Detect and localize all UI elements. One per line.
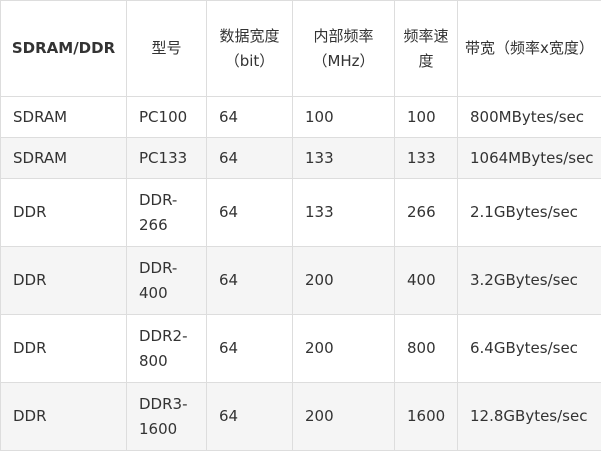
cell-data-width: 64 [207, 247, 293, 315]
cell-model: PC100 [127, 97, 207, 138]
table-row: SDRAM PC100 64 100 100 800MBytes/sec [1, 97, 601, 138]
header-type: SDRAM/DDR [1, 1, 127, 97]
header-model: 型号 [127, 1, 207, 97]
header-bandwidth: 带宽（频率x宽度） [458, 1, 601, 97]
cell-model: DDR2-800 [127, 315, 207, 383]
table-row: DDR DDR-266 64 133 266 2.1GBytes/sec [1, 179, 601, 247]
cell-data-width: 64 [207, 138, 293, 179]
cell-bandwidth: 1064MBytes/sec [458, 138, 601, 179]
cell-data-width: 64 [207, 179, 293, 247]
table-row: DDR DDR3-1600 64 200 1600 12.8GBytes/sec [1, 383, 601, 451]
cell-frequency-speed: 100 [395, 97, 458, 138]
cell-internal-frequency: 200 [293, 383, 395, 451]
table-row: SDRAM PC133 64 133 133 1064MBytes/sec [1, 138, 601, 179]
header-frequency-speed: 频率速度 [395, 1, 458, 97]
table-row: DDR DDR2-800 64 200 800 6.4GBytes/sec [1, 315, 601, 383]
cell-type: DDR [1, 383, 127, 451]
cell-internal-frequency: 100 [293, 97, 395, 138]
cell-type: DDR [1, 315, 127, 383]
cell-frequency-speed: 266 [395, 179, 458, 247]
cell-frequency-speed: 1600 [395, 383, 458, 451]
table-header-row: SDRAM/DDR 型号 数据宽度（bit） 内部频率（MHz） 频率速度 带宽… [1, 1, 601, 97]
cell-bandwidth: 2.1GBytes/sec [458, 179, 601, 247]
memory-spec-table: SDRAM/DDR 型号 数据宽度（bit） 内部频率（MHz） 频率速度 带宽… [0, 0, 601, 451]
cell-internal-frequency: 133 [293, 179, 395, 247]
cell-model: DDR-400 [127, 247, 207, 315]
cell-bandwidth: 800MBytes/sec [458, 97, 601, 138]
table-row: DDR DDR-400 64 200 400 3.2GBytes/sec [1, 247, 601, 315]
header-data-width: 数据宽度（bit） [207, 1, 293, 97]
cell-model: DDR-266 [127, 179, 207, 247]
cell-type: DDR [1, 179, 127, 247]
cell-bandwidth: 6.4GBytes/sec [458, 315, 601, 383]
cell-model: PC133 [127, 138, 207, 179]
cell-type: SDRAM [1, 97, 127, 138]
cell-frequency-speed: 133 [395, 138, 458, 179]
cell-data-width: 64 [207, 97, 293, 138]
cell-data-width: 64 [207, 383, 293, 451]
cell-internal-frequency: 200 [293, 315, 395, 383]
cell-internal-frequency: 200 [293, 247, 395, 315]
cell-data-width: 64 [207, 315, 293, 383]
cell-frequency-speed: 400 [395, 247, 458, 315]
cell-type: DDR [1, 247, 127, 315]
cell-type: SDRAM [1, 138, 127, 179]
cell-model: DDR3-1600 [127, 383, 207, 451]
cell-internal-frequency: 133 [293, 138, 395, 179]
header-internal-frequency: 内部频率（MHz） [293, 1, 395, 97]
cell-frequency-speed: 800 [395, 315, 458, 383]
cell-bandwidth: 3.2GBytes/sec [458, 247, 601, 315]
cell-bandwidth: 12.8GBytes/sec [458, 383, 601, 451]
